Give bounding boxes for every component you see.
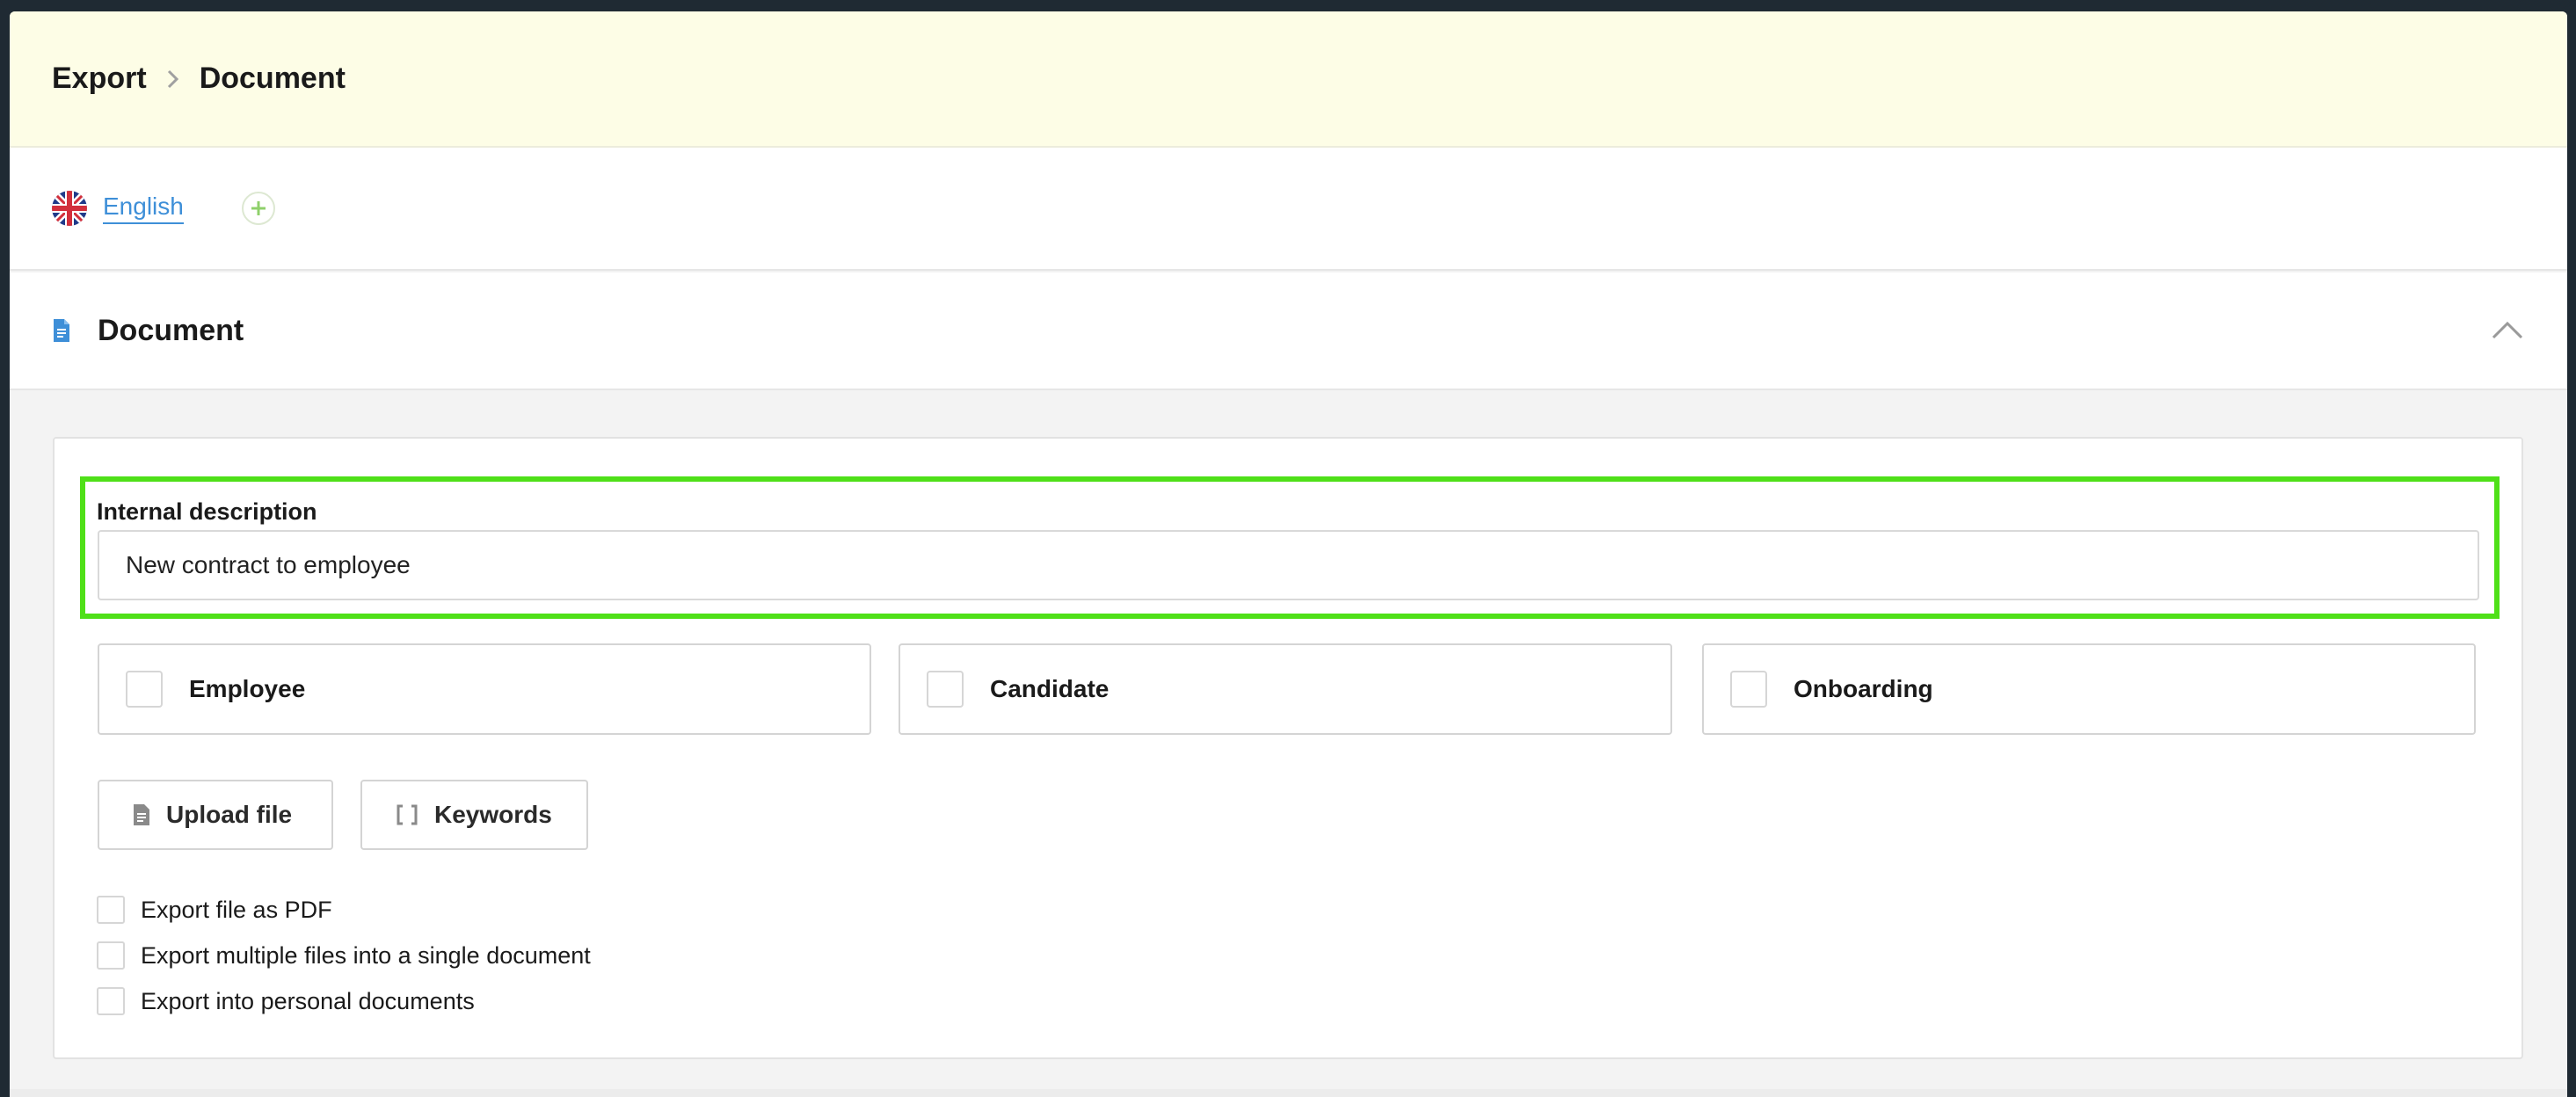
upload-file-label: Upload file: [166, 801, 293, 828]
internal-description-input[interactable]: [98, 530, 2479, 600]
uk-flag-icon: [52, 191, 87, 226]
export-personal-documents-checkbox[interactable]: [97, 987, 125, 1015]
chevron-up-icon: [2492, 321, 2523, 339]
export-pdf-checkbox[interactable]: [97, 896, 125, 924]
keywords-label: Keywords: [434, 801, 552, 828]
type-onboarding-option[interactable]: Onboarding: [1702, 643, 2476, 735]
chevron-right-icon: [166, 69, 180, 90]
type-employee-option[interactable]: Employee: [98, 643, 871, 735]
add-language-button[interactable]: [241, 192, 275, 225]
export-document-modal: Export Document English Document Interna…: [10, 11, 2567, 1097]
export-personal-documents-label: Export into personal documents: [141, 987, 475, 1014]
plus-circle-icon: [251, 201, 266, 215]
breadcrumb-export[interactable]: Export: [52, 62, 147, 96]
document-form-card: Internal description Employee Candidate …: [53, 437, 2523, 1059]
candidate-checkbox[interactable]: [927, 671, 964, 708]
option-export-single-document[interactable]: Export multiple files into a single docu…: [97, 941, 591, 970]
file-icon: [133, 803, 150, 826]
document-section-header[interactable]: Document: [10, 272, 2567, 390]
breadcrumb-document: Document: [199, 62, 346, 95]
type-candidate-option[interactable]: Candidate: [899, 643, 1672, 735]
collapse-section-button[interactable]: [2488, 311, 2527, 350]
keywords-button[interactable]: Keywords: [360, 780, 588, 850]
brackets-icon: [396, 804, 418, 825]
export-single-document-label: Export multiple files into a single docu…: [141, 941, 591, 969]
option-export-pdf[interactable]: Export file as PDF: [97, 895, 332, 925]
export-pdf-label: Export file as PDF: [141, 896, 332, 923]
language-english-link[interactable]: English: [103, 193, 184, 224]
export-single-document-checkbox[interactable]: [97, 941, 125, 970]
employee-checkbox[interactable]: [126, 671, 163, 708]
next-section-edge: [10, 1089, 2567, 1097]
employee-label: Employee: [189, 675, 306, 702]
internal-description-label: Internal description: [97, 498, 317, 525]
candidate-label: Candidate: [990, 675, 1110, 702]
onboarding-label: Onboarding: [1794, 675, 1933, 702]
document-icon: [52, 318, 71, 343]
upload-file-button[interactable]: Upload file: [98, 780, 333, 850]
section-title: Document: [98, 313, 244, 347]
onboarding-checkbox[interactable]: [1730, 671, 1767, 708]
modal-header: Export Document: [10, 11, 2567, 148]
breadcrumb: Export Document: [52, 62, 346, 96]
option-export-personal-documents[interactable]: Export into personal documents: [97, 986, 475, 1016]
language-bar: English: [10, 148, 2567, 271]
